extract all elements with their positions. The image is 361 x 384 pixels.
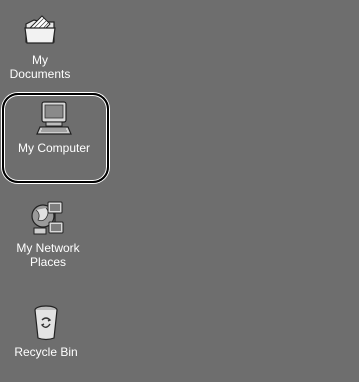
desktop-icon-label: My Documents	[9, 53, 71, 81]
network-places-icon	[31, 201, 64, 235]
desktop[interactable]: My Documents My Computer My Network Plac…	[0, 0, 361, 384]
desktop-icon-my-documents[interactable]: My Documents	[6, 10, 74, 81]
desktop-icon-label: My Network Places	[16, 241, 80, 269]
desktop-icon-label: Recycle Bin	[14, 345, 78, 359]
desktop-icon-my-computer[interactable]: My Computer	[4, 98, 104, 155]
recycle-bin-icon	[34, 305, 58, 341]
computer-icon	[36, 101, 72, 135]
desktop-icon-label: My Computer	[17, 141, 91, 155]
folder-documents-icon	[24, 15, 56, 44]
desktop-icon-my-network-places[interactable]: My Network Places	[8, 198, 88, 269]
desktop-icon-recycle-bin[interactable]: Recycle Bin	[6, 302, 86, 359]
